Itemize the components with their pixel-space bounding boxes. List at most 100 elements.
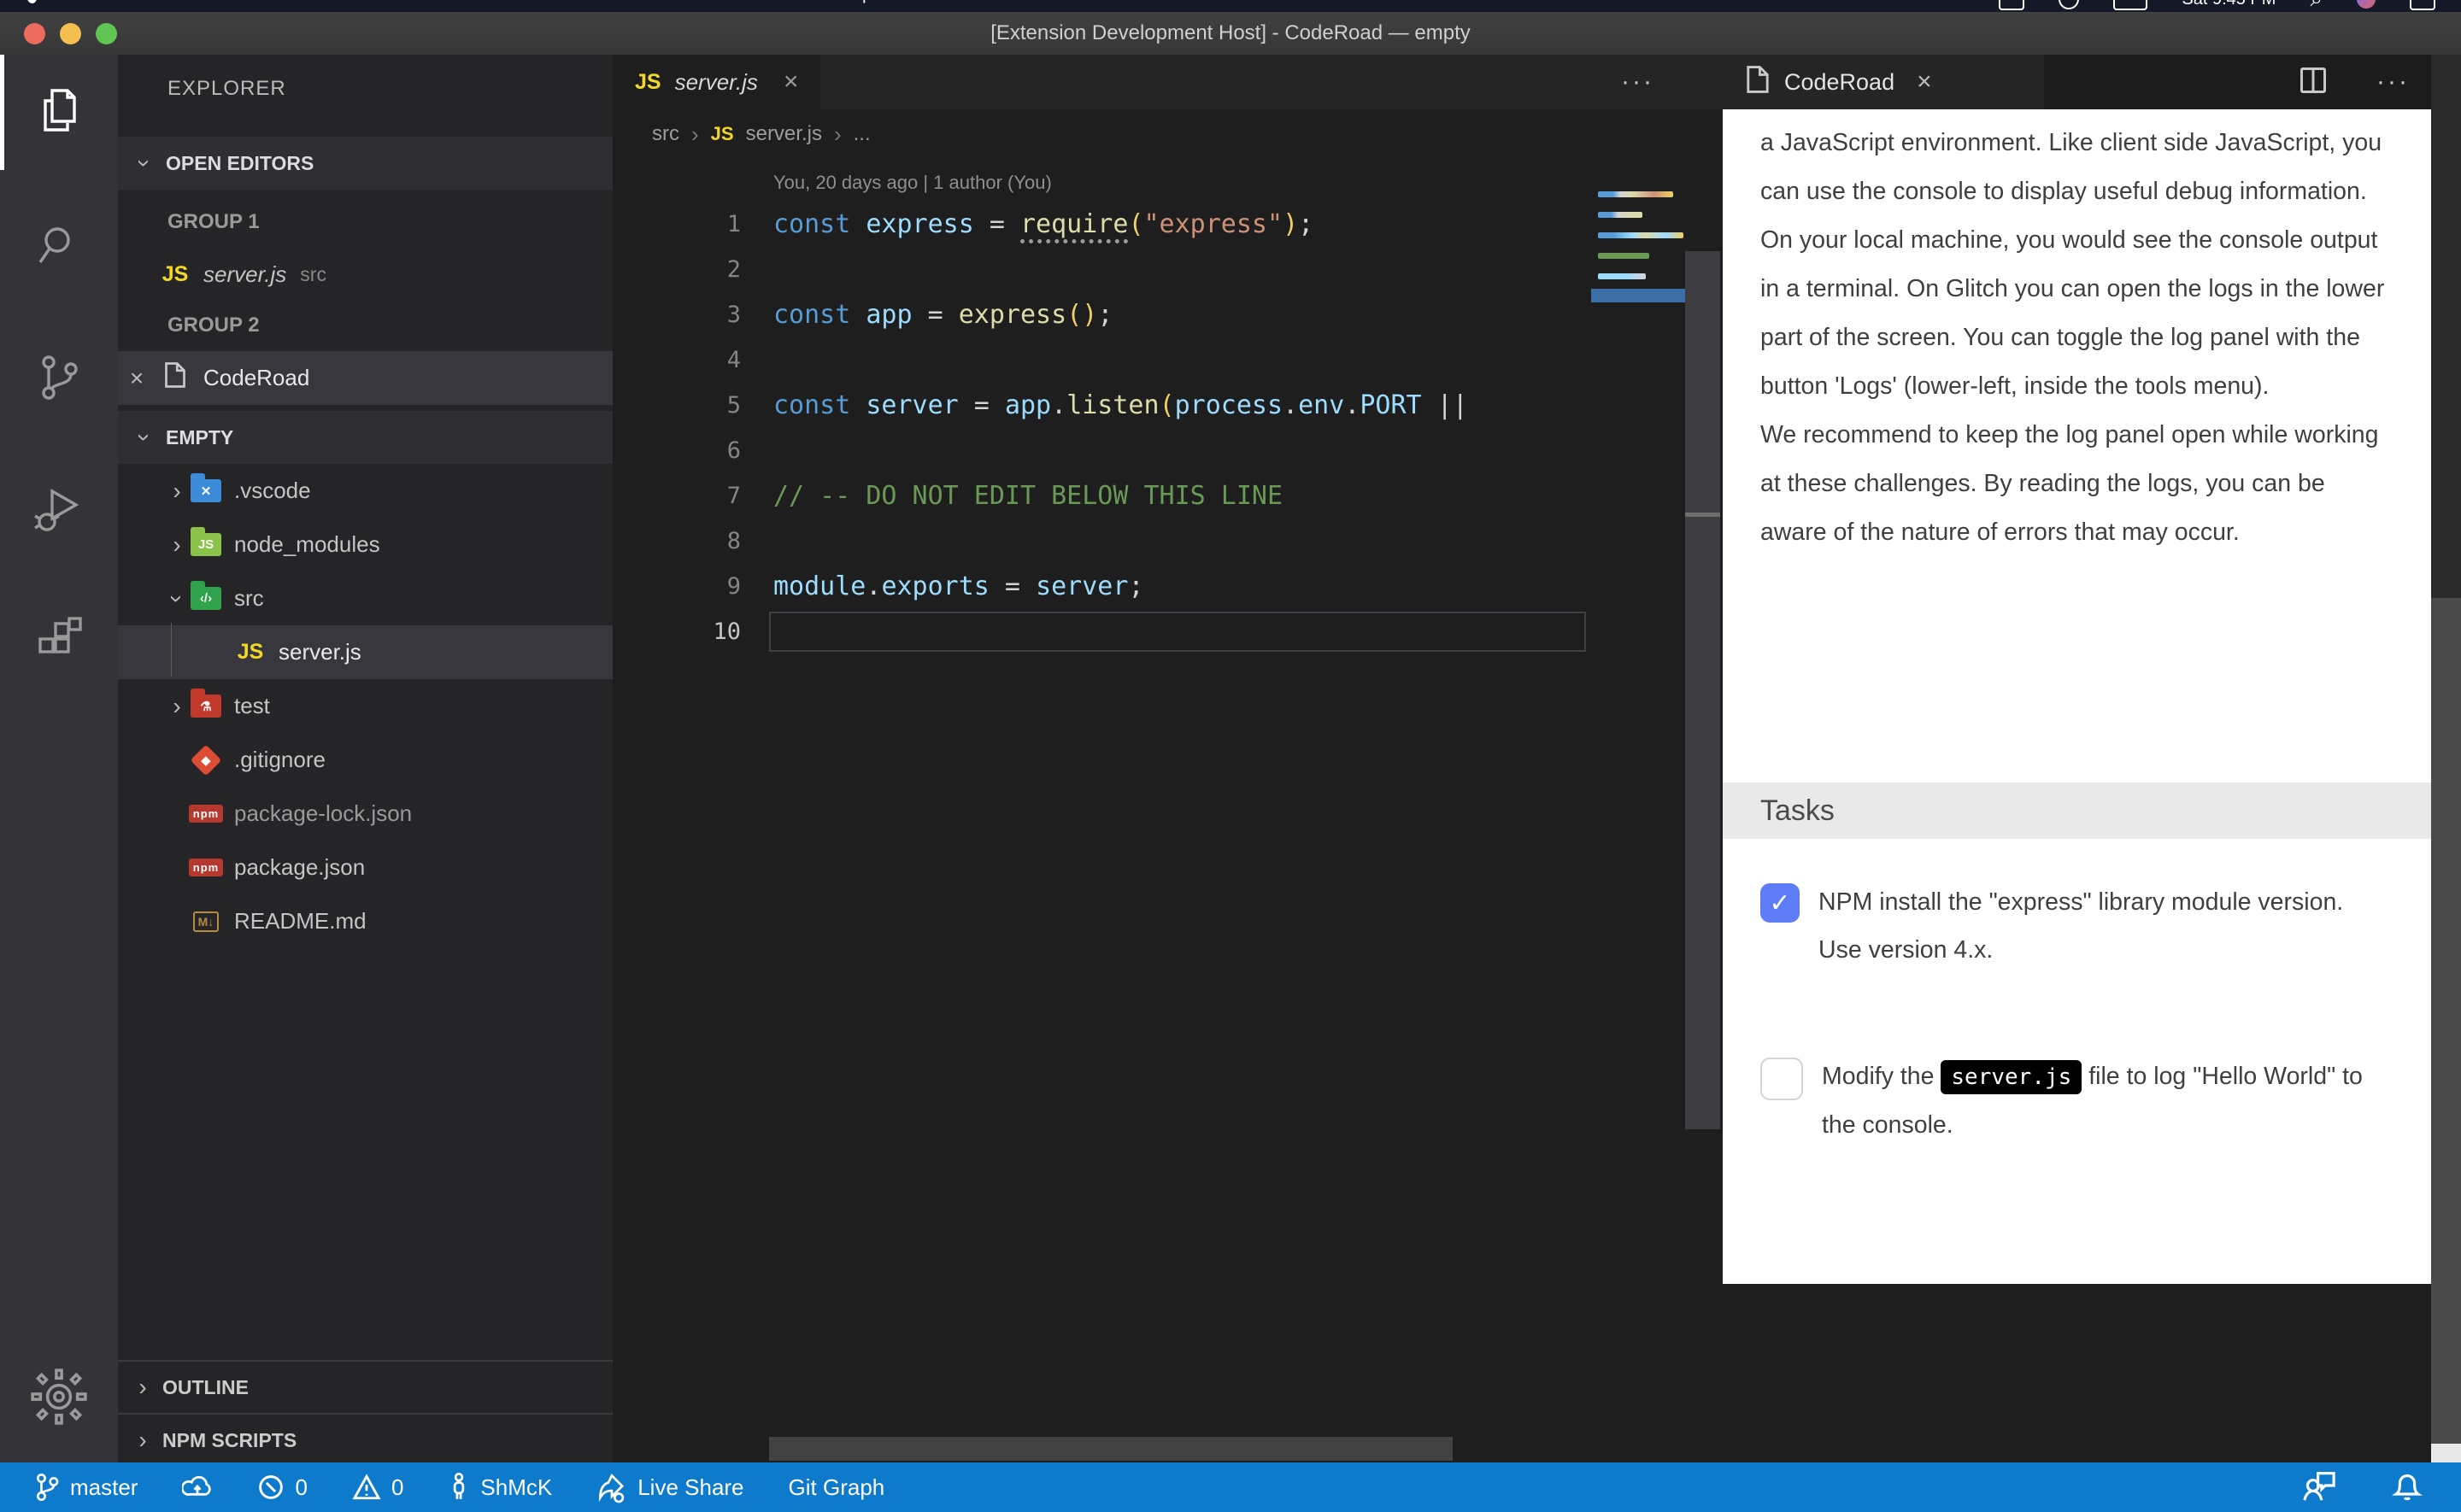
tree-item-readme-md[interactable]: M↓README.md <box>118 894 613 948</box>
tree-item-package-json[interactable]: npmpackage.json <box>118 841 613 894</box>
tree-item-label: server.js <box>279 639 361 665</box>
code-line-1[interactable]: 1const express = require("express"); <box>613 202 1591 247</box>
codelens-annotation[interactable]: You, 20 days ago | 1 author (You) <box>773 164 1052 202</box>
editor-actions-button[interactable]: ··· <box>1621 55 1654 109</box>
display-icon[interactable] <box>1999 0 2024 10</box>
sidebar-item-source-control[interactable] <box>0 324 118 435</box>
code-area[interactable]: 1const express = require("express");23co… <box>613 202 1591 654</box>
menu-terminal[interactable]: Terminal <box>625 0 692 8</box>
code-line-2[interactable]: 2 <box>613 247 1591 292</box>
open-editors-header[interactable]: › OPEN EDITORS <box>118 137 613 190</box>
menu-file[interactable]: File <box>160 0 189 8</box>
tab-server-js[interactable]: JS server.js × <box>613 55 820 109</box>
status-sync[interactable] <box>182 1474 213 1501</box>
menu-clock[interactable]: Sat 9:45 PM <box>2182 0 2276 9</box>
lesson-paragraph: be able to check what's going on in your… <box>1760 109 2393 411</box>
tree-item-node_modules[interactable]: ›JSnode_modules <box>118 518 613 571</box>
task-checkbox[interactable]: ✓ <box>1760 883 1800 923</box>
npm-scripts-section[interactable]: › NPM SCRIPTS <box>118 1413 613 1462</box>
line-number: 10 <box>613 618 741 645</box>
status-git-graph[interactable]: Git Graph <box>789 1474 885 1501</box>
close-tab-icon[interactable]: × <box>784 67 799 97</box>
menu-go[interactable]: Go <box>490 0 514 8</box>
sidebar-item-run-debug[interactable] <box>0 456 118 567</box>
shield-icon[interactable] <box>2059 0 2079 9</box>
status-live-share[interactable]: Live Share <box>596 1471 743 1503</box>
feedback-icon[interactable] <box>2302 1469 2336 1506</box>
panel-more-actions-button[interactable]: ··· <box>2376 67 2410 97</box>
menu-selection[interactable]: Selection <box>298 0 372 8</box>
code-line-4[interactable]: 4 <box>613 337 1591 383</box>
open-editor-item-coderoad[interactable]: ×CodeRoad <box>118 351 613 405</box>
tree-item-server-js[interactable]: JSserver.js <box>118 625 613 679</box>
menu-edit[interactable]: Edit <box>228 0 259 8</box>
sidebar-item-explorer[interactable] <box>0 59 118 170</box>
status-master[interactable]: master <box>34 1473 138 1502</box>
tab-label: server.js <box>675 69 758 96</box>
folder-vscode-icon: ✕ <box>186 479 226 502</box>
tree-item--vscode[interactable]: ›✕.vscode <box>118 464 613 518</box>
task-checkbox[interactable] <box>1760 1058 1803 1100</box>
extensions-icon <box>32 615 86 674</box>
menu-code[interactable]: Code <box>78 0 120 8</box>
close-editor-icon[interactable]: × <box>118 365 156 392</box>
git-icon: ◆ <box>186 749 226 771</box>
folder-src-icon: ‹/› <box>186 587 226 610</box>
menu-help[interactable]: Help <box>835 0 872 8</box>
task-row: Modify the server.js file to log "Hello … <box>1760 1052 2393 1149</box>
sidebar-item-search[interactable] <box>0 191 118 302</box>
code-line-7[interactable]: 7// -- DO NOT EDIT BELOW THIS LINE <box>613 473 1591 519</box>
editor-scrollbar[interactable] <box>1685 251 1720 1129</box>
status-0[interactable]: 0 <box>352 1474 403 1501</box>
lesson-text: be able to check what's going on in your… <box>1723 109 2431 557</box>
tab-coderoad[interactable]: CodeRoad × <box>1723 55 2044 109</box>
breadcrumb-src[interactable]: src <box>652 122 679 146</box>
status-0[interactable]: 0 <box>257 1474 307 1501</box>
code-text: module.exports = server; <box>741 571 1144 601</box>
activity-bar <box>0 55 118 1462</box>
breadcrumb-separator: › <box>834 121 842 148</box>
tree-item--gitignore[interactable]: ◆.gitignore <box>118 733 613 787</box>
tree-item-label: package.json <box>234 854 365 881</box>
close-tab-icon[interactable]: × <box>1917 67 1932 97</box>
workspace-section-header[interactable]: › EMPTY <box>118 411 613 464</box>
chevron-right-icon: › <box>133 1427 152 1454</box>
task-row: ✓ NPM install the "express" library modul… <box>1760 878 2393 974</box>
tree-item-src[interactable]: ›‹/›src <box>118 571 613 625</box>
notifications-bell-icon[interactable] <box>2391 1468 2423 1507</box>
code-line-10[interactable]: 10 <box>613 609 1591 654</box>
open-editor-item-server-js[interactable]: JSserver.jssrc <box>118 248 613 302</box>
menu-view[interactable]: View <box>412 0 450 8</box>
code-line-5[interactable]: 5const server = app.listen(process.env.P… <box>613 383 1591 428</box>
status-shmck[interactable]: ShMcK <box>448 1472 552 1503</box>
task-text: NPM install the "express" library module… <box>1818 878 2393 974</box>
chevron-down-icon: › <box>131 428 158 447</box>
panel-scrollbar[interactable] <box>2431 55 2461 1462</box>
code-line-9[interactable]: 9module.exports = server; <box>613 564 1591 609</box>
settings-button[interactable] <box>0 1343 118 1454</box>
control-center-icon[interactable] <box>2410 0 2435 10</box>
code-line-6[interactable]: 6 <box>613 428 1591 473</box>
menu-status-icons: Sat 9:45 PM ⌕ <box>1999 0 2435 12</box>
tree-item-package-lock-json[interactable]: npmpackage-lock.json <box>118 787 613 841</box>
sidebar-item-extensions[interactable] <box>0 589 118 700</box>
spotlight-icon[interactable]: ⌕ <box>2310 0 2323 12</box>
split-editor-icon[interactable] <box>2298 65 2329 100</box>
menu-window[interactable]: Window <box>732 0 796 8</box>
code-line-3[interactable]: 3const app = express(); <box>613 292 1591 337</box>
explorer-sidebar: EXPLORER › OPEN EDITORS GROUP 1JSserver.… <box>118 55 613 1462</box>
battery-icon[interactable] <box>2113 0 2147 10</box>
menu-run[interactable]: Run <box>553 0 586 8</box>
breadcrumb-symbol[interactable]: ... <box>854 122 871 146</box>
apple-logo-icon[interactable]: ⬮ <box>26 0 38 8</box>
tree-item-test[interactable]: ›⚗test <box>118 679 613 733</box>
minimap[interactable] <box>1591 188 1685 393</box>
siri-icon[interactable] <box>2357 0 2376 9</box>
tree-item-label: node_modules <box>234 531 380 558</box>
horizontal-scrollbar[interactable] <box>769 1437 1453 1461</box>
status-bar-right <box>2302 1468 2423 1507</box>
open-editors-group-label: GROUP 1 <box>167 198 260 246</box>
breadcrumb-file[interactable]: server.js <box>746 122 822 146</box>
code-line-8[interactable]: 8 <box>613 519 1591 564</box>
outline-section[interactable]: › OUTLINE <box>118 1360 613 1413</box>
